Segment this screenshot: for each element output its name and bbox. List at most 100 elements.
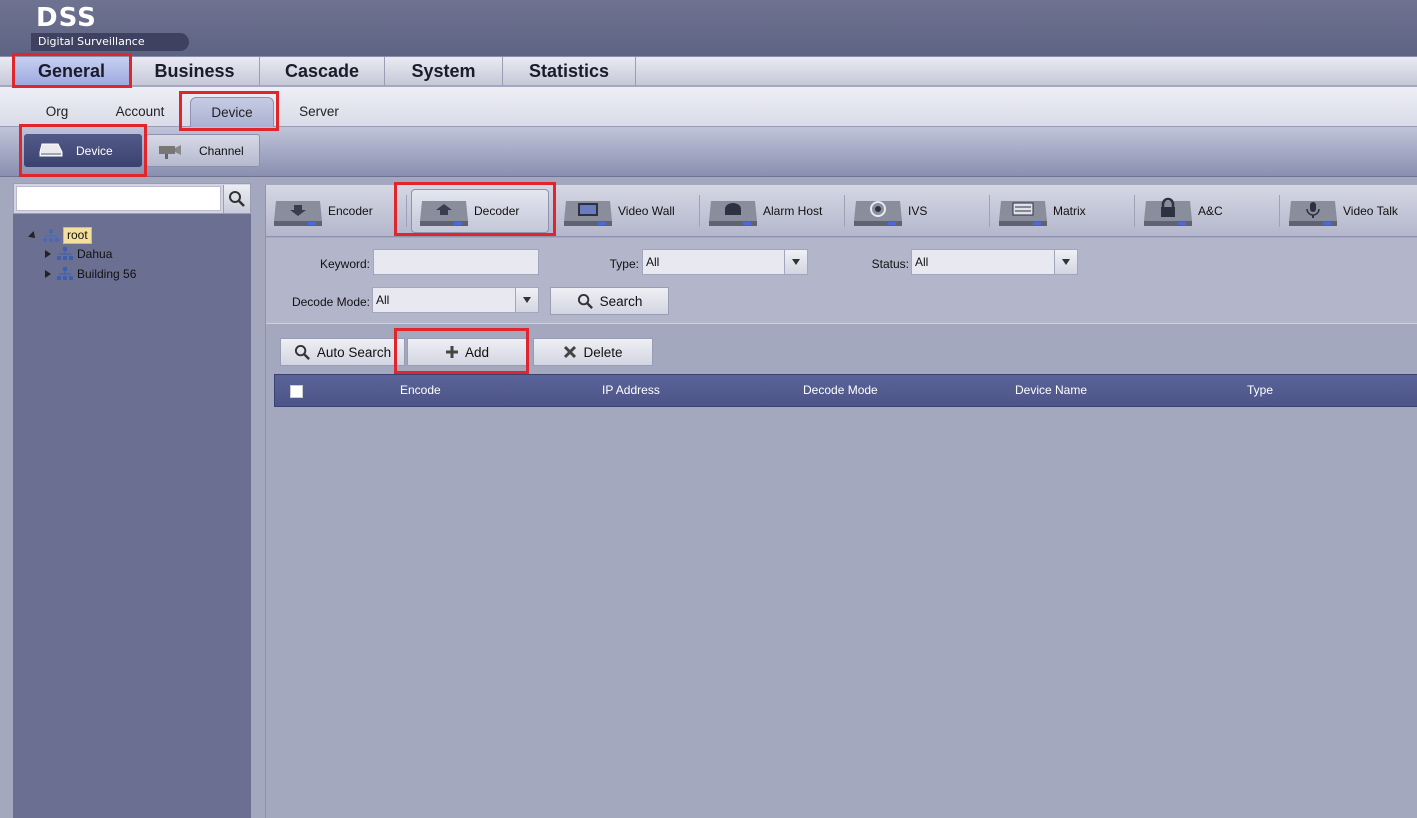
- delete-button[interactable]: Delete: [533, 338, 653, 366]
- device-table-body: [274, 407, 1417, 818]
- type-select-value: All: [646, 255, 660, 269]
- tab-separator: [554, 195, 555, 227]
- status-label: Status:: [871, 257, 909, 271]
- lock-icon: [1144, 197, 1192, 226]
- tab-separator: [844, 195, 845, 227]
- tree-node-root[interactable]: root: [28, 227, 92, 244]
- tab-separator: [406, 195, 407, 227]
- org-icon: [57, 267, 73, 280]
- delete-label: Delete: [583, 344, 623, 360]
- devtype-matrix[interactable]: Matrix: [991, 189, 1131, 233]
- auto-search-label: Auto Search: [316, 344, 392, 360]
- device-table-header: Encode IP Address Decode Mode Device Nam…: [274, 374, 1417, 407]
- column-header-encode[interactable]: Encode: [400, 375, 441, 406]
- devtype-label: Alarm Host: [763, 204, 823, 218]
- subtab-server[interactable]: Server: [284, 97, 354, 127]
- devtype-access-control[interactable]: A&C: [1136, 189, 1276, 233]
- tab-device-list[interactable]: Device: [24, 134, 142, 167]
- chevron-down-icon[interactable]: [515, 288, 538, 312]
- subtab-account[interactable]: Account: [100, 97, 180, 127]
- type-select[interactable]: All: [642, 249, 808, 275]
- devtype-label: IVS: [908, 204, 928, 218]
- collapse-icon[interactable]: [28, 230, 38, 241]
- tree-search-input[interactable]: [16, 186, 221, 211]
- video-wall-icon: [564, 201, 612, 226]
- search-icon: [294, 344, 310, 360]
- keyword-input[interactable]: [373, 249, 539, 275]
- devtype-label: A&C: [1198, 204, 1223, 218]
- status-select[interactable]: All: [911, 249, 1078, 275]
- ivs-icon: [854, 201, 902, 226]
- microphone-icon: [1289, 201, 1337, 226]
- app-subtitle: Digital Surveillance System: [31, 33, 189, 66]
- org-tree-panel: root Dahua Building 56: [13, 183, 251, 818]
- add-label: Add: [464, 344, 490, 360]
- chevron-down-icon[interactable]: [1054, 250, 1077, 274]
- close-icon: [564, 345, 577, 359]
- tree-node-label: Dahua: [77, 247, 113, 261]
- column-header-type[interactable]: Type: [1247, 375, 1273, 406]
- app-logo: DSS: [36, 3, 97, 33]
- devtype-label: Matrix: [1053, 204, 1086, 218]
- tab-separator: [699, 195, 700, 227]
- subtab-device[interactable]: Device: [190, 97, 274, 127]
- decode-mode-select-value: All: [376, 293, 390, 307]
- tab-separator: [1134, 195, 1135, 227]
- filter-area: Keyword: Type: All Status: All Decode Mo…: [266, 238, 1417, 324]
- devtype-video-talk[interactable]: Video Talk: [1281, 189, 1417, 233]
- tab-system[interactable]: System: [385, 57, 503, 86]
- org-icon: [43, 228, 59, 242]
- tree-node-building-56[interactable]: Building 56: [45, 267, 136, 281]
- expand-icon[interactable]: [45, 270, 51, 278]
- add-button[interactable]: Add: [407, 338, 527, 366]
- devtype-label: Video Talk: [1343, 204, 1398, 218]
- keyword-label: Keyword:: [319, 257, 370, 271]
- subtab-org[interactable]: Org: [30, 97, 84, 127]
- tab-cascade[interactable]: Cascade: [260, 57, 385, 86]
- column-header-decode-mode[interactable]: Decode Mode: [803, 375, 878, 406]
- main-nav: General Business Cascade System Statisti…: [0, 56, 1417, 86]
- column-header-ip-address[interactable]: IP Address: [602, 375, 660, 406]
- device-type-tabs: Encoder Decoder Video Wall Alarm Host IV…: [266, 185, 1417, 237]
- app-header: DSS Digital Surveillance System: [0, 0, 1417, 66]
- tab-business[interactable]: Business: [130, 57, 260, 86]
- matrix-icon: [999, 201, 1047, 226]
- devtype-ivs[interactable]: IVS: [846, 189, 986, 233]
- alarm-host-icon: [709, 201, 757, 226]
- status-select-value: All: [915, 255, 929, 269]
- devtype-encoder[interactable]: Encoder: [266, 189, 406, 233]
- device-channel-bar: Device Channel: [0, 127, 1417, 177]
- tab-statistics[interactable]: Statistics: [503, 57, 636, 86]
- devtype-label: Decoder: [474, 204, 520, 218]
- tab-general[interactable]: General: [14, 57, 130, 86]
- tree-search-button[interactable]: [223, 185, 250, 213]
- tree-search-box: [13, 183, 251, 214]
- encoder-icon: [274, 201, 322, 226]
- auto-search-button[interactable]: Auto Search: [280, 338, 405, 366]
- device-panel: Encoder Decoder Video Wall Alarm Host IV…: [265, 185, 1417, 818]
- tab-channel-label: Channel: [199, 143, 244, 158]
- expand-icon[interactable]: [45, 250, 51, 258]
- tree-node-label: Building 56: [77, 267, 137, 281]
- tab-device-label: Device: [76, 143, 113, 158]
- decoder-icon: [420, 201, 468, 226]
- tree-node-root-label: root: [63, 227, 92, 244]
- devtype-label: Encoder: [328, 204, 373, 218]
- select-all-checkbox[interactable]: [290, 385, 303, 398]
- search-button-label: Search: [599, 293, 643, 309]
- tab-channel[interactable]: Channel: [146, 134, 260, 167]
- decode-mode-select[interactable]: All: [372, 287, 539, 313]
- chevron-down-icon[interactable]: [784, 250, 807, 274]
- devtype-label: Video Wall: [618, 204, 675, 218]
- devtype-decoder[interactable]: Decoder: [411, 189, 549, 233]
- devtype-video-wall[interactable]: Video Wall: [556, 189, 696, 233]
- tree-node-dahua[interactable]: Dahua: [45, 247, 112, 261]
- search-button[interactable]: Search: [550, 287, 669, 315]
- search-icon: [229, 191, 245, 207]
- type-label: Type:: [609, 257, 639, 271]
- devtype-alarm-host[interactable]: Alarm Host: [701, 189, 841, 233]
- plus-icon: [445, 346, 458, 358]
- org-icon: [57, 247, 73, 260]
- column-header-device-name[interactable]: Device Name: [1015, 375, 1087, 406]
- tab-separator: [989, 195, 990, 227]
